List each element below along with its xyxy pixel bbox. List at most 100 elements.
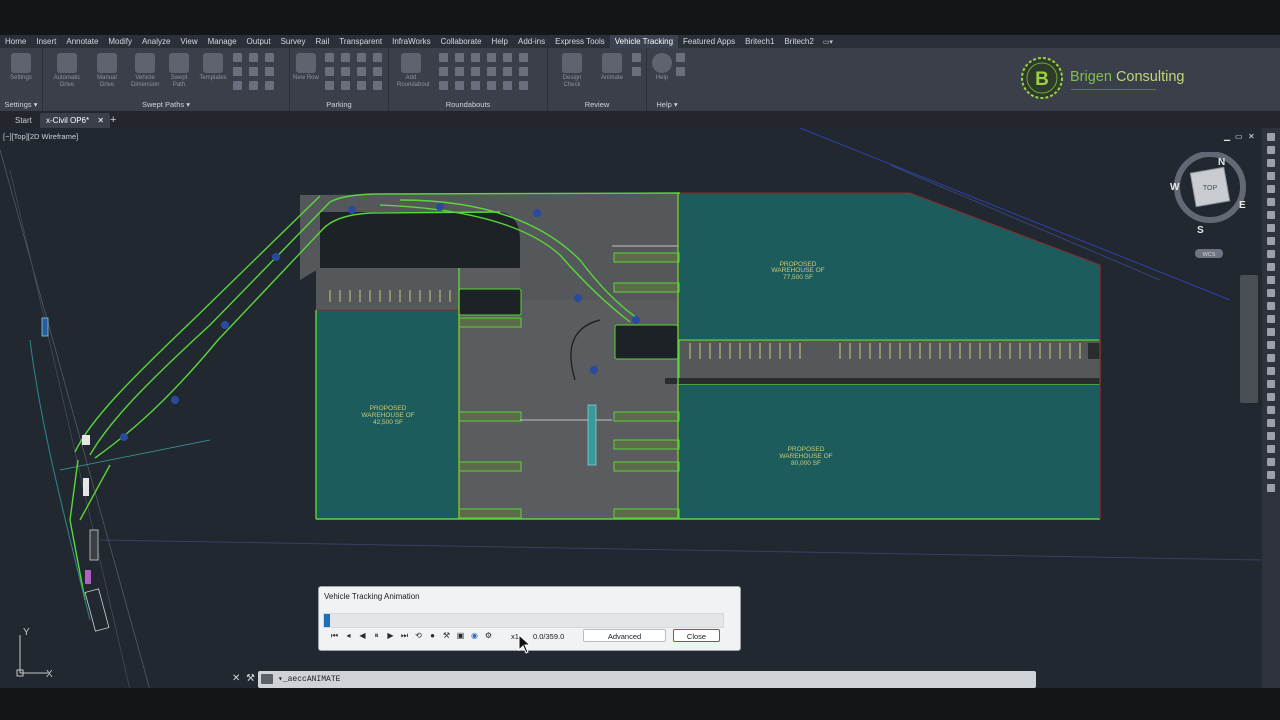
tab-output[interactable]: Output bbox=[242, 35, 276, 48]
swept-path-tools[interactable] bbox=[233, 53, 275, 90]
tab-insert[interactable]: Insert bbox=[31, 35, 61, 48]
step-back-icon[interactable]: ◂ bbox=[343, 630, 354, 642]
tab-home[interactable]: Home bbox=[0, 35, 31, 48]
ribbon-toggle-icon[interactable]: ▭▾ bbox=[823, 38, 833, 46]
help-icon bbox=[652, 53, 672, 73]
logo-brand: Brigen bbox=[1070, 69, 1112, 85]
viewcube[interactable]: TOP N W E S WCS bbox=[1165, 152, 1255, 262]
panel-settings: Settings Settings ▾ bbox=[0, 48, 43, 111]
swept-path-button[interactable]: Swept Path bbox=[165, 51, 193, 93]
panel-review: Design Check Animate Review bbox=[548, 48, 647, 111]
panel-title-review: Review bbox=[584, 100, 610, 109]
roundabout-tools[interactable] bbox=[439, 53, 529, 90]
tab-infraworks[interactable]: InfraWorks bbox=[387, 35, 436, 48]
svg-text:B: B bbox=[1035, 69, 1049, 90]
file-tab-label: x-Civil OP6* bbox=[46, 116, 90, 125]
command-prompt-icon bbox=[261, 674, 273, 684]
tab-britech1[interactable]: Britech1 bbox=[740, 35, 779, 48]
viewport-controls-label[interactable]: [−][Top][2D Wireframe] bbox=[3, 132, 78, 141]
tab-annotate[interactable]: Annotate bbox=[61, 35, 103, 48]
panel-title-help[interactable]: Help ▾ bbox=[647, 100, 687, 109]
3d-view-icon[interactable]: ◉ bbox=[469, 630, 480, 642]
file-tab-current[interactable]: x-Civil OP6* ✕ bbox=[40, 113, 111, 128]
svg-text:WAREHOUSE OF: WAREHOUSE OF bbox=[361, 412, 414, 419]
tab-britech2[interactable]: Britech2 bbox=[779, 35, 818, 48]
command-line[interactable]: ▾_aeccANIMATE bbox=[258, 671, 1036, 688]
timeline-thumb[interactable] bbox=[324, 614, 330, 627]
command-customize-icon[interactable]: ⚒ bbox=[246, 673, 255, 684]
tab-view[interactable]: View bbox=[175, 35, 202, 48]
parking-icon bbox=[296, 53, 316, 73]
help-button[interactable]: Help bbox=[648, 51, 676, 93]
record-icon[interactable]: ● bbox=[427, 630, 438, 642]
new-row-button[interactable]: New Row bbox=[292, 51, 320, 93]
navigation-bar-scroll[interactable] bbox=[1240, 275, 1258, 403]
animate-button[interactable]: Animate bbox=[598, 51, 626, 93]
command-input[interactable]: ▾_aeccANIMATE bbox=[278, 674, 340, 684]
animation-timeline-slider[interactable] bbox=[323, 613, 724, 628]
tab-rail[interactable]: Rail bbox=[310, 35, 334, 48]
camera-icon[interactable]: ▣ bbox=[455, 630, 466, 642]
logo-monogram-icon: B bbox=[1021, 57, 1063, 99]
tools-icon[interactable]: ⚙ bbox=[483, 630, 494, 642]
file-tab-start[interactable]: Start bbox=[15, 113, 32, 128]
close-button[interactable]: Close bbox=[673, 629, 720, 642]
steering-wheel-icon bbox=[97, 53, 117, 73]
parking-tools[interactable] bbox=[325, 53, 383, 90]
animation-icon bbox=[602, 53, 622, 73]
pause-icon[interactable]: ⏸ bbox=[371, 630, 382, 642]
design-check-button[interactable]: Design Check bbox=[558, 51, 586, 93]
svg-text:PROPOSED: PROPOSED bbox=[370, 405, 407, 412]
close-tab-icon[interactable]: ✕ bbox=[97, 116, 104, 125]
panel-title-settings[interactable]: Settings ▾ bbox=[0, 100, 42, 109]
svg-text:42,500 SF: 42,500 SF bbox=[373, 419, 403, 426]
new-tab-button[interactable]: + bbox=[110, 113, 116, 128]
advanced-button[interactable]: Advanced bbox=[583, 629, 666, 642]
svg-text:Y: Y bbox=[23, 627, 30, 638]
play-reverse-icon[interactable]: ◀ bbox=[357, 630, 368, 642]
brigen-consulting-logo: B Brigen Consulting bbox=[1019, 56, 1219, 102]
animation-time: 0.0/359.0 bbox=[533, 632, 565, 641]
tab-modify[interactable]: Modify bbox=[103, 35, 137, 48]
title-bar bbox=[0, 0, 1280, 35]
viewport-restore-button[interactable]: ▭ bbox=[1235, 132, 1243, 141]
skip-start-icon[interactable]: ⏮ bbox=[329, 630, 340, 642]
svg-text:WAREHOUSE OF: WAREHOUSE OF bbox=[771, 267, 824, 274]
manual-drive-button[interactable]: Manual Drive bbox=[93, 51, 121, 93]
settings-button[interactable]: Settings bbox=[7, 51, 35, 93]
panel-title-swept-paths[interactable]: Swept Paths ▾ bbox=[43, 100, 289, 109]
tab-analyze[interactable]: Analyze bbox=[137, 35, 175, 48]
fast-forward-icon[interactable]: ⏭ bbox=[399, 630, 410, 642]
loop-icon[interactable]: ⟲ bbox=[413, 630, 424, 642]
viewport-close-button[interactable]: ✕ bbox=[1248, 132, 1255, 141]
compass-east: E bbox=[1239, 200, 1246, 211]
viewport-minimize-button[interactable]: ▁ bbox=[1224, 132, 1230, 141]
tab-featured-apps[interactable]: Featured Apps bbox=[678, 35, 740, 48]
tab-transparent[interactable]: Transparent bbox=[334, 35, 387, 48]
svg-text:X: X bbox=[46, 669, 53, 680]
command-close-icon[interactable]: ✕ bbox=[232, 673, 240, 684]
play-icon[interactable]: ▶ bbox=[385, 630, 396, 642]
panel-parking: New Row Parking bbox=[290, 48, 389, 111]
settings-wrench-icon[interactable]: ⚒ bbox=[441, 630, 452, 642]
panel-help: Help Help ▾ bbox=[647, 48, 687, 111]
file-tab-bar: Start x-Civil OP6* ✕ + bbox=[0, 111, 1280, 128]
tab-vehicle-tracking[interactable]: Vehicle Tracking bbox=[609, 35, 679, 48]
vehicle-dimension-button[interactable]: Vehicle Dimension bbox=[131, 51, 159, 93]
tab-survey[interactable]: Survey bbox=[276, 35, 311, 48]
help-tools[interactable] bbox=[676, 53, 686, 76]
logo-underline bbox=[1071, 89, 1156, 90]
tab-add-ins[interactable]: Add-ins bbox=[513, 35, 550, 48]
automatic-drive-button[interactable]: Automatic Drive bbox=[53, 51, 81, 93]
tab-manage[interactable]: Manage bbox=[203, 35, 242, 48]
tab-express-tools[interactable]: Express Tools bbox=[550, 35, 610, 48]
logo-word: Consulting bbox=[1115, 69, 1185, 85]
review-tools[interactable] bbox=[632, 53, 642, 76]
mouse-pointer-icon bbox=[518, 634, 532, 654]
playback-controls: ⏮ ◂ ◀ ⏸ ▶ ⏭ ⟲ ● ⚒ ▣ ◉ ⚙ bbox=[329, 630, 494, 642]
right-tool-palette[interactable] bbox=[1262, 128, 1280, 688]
tab-collaborate[interactable]: Collaborate bbox=[436, 35, 487, 48]
tab-help[interactable]: Help bbox=[487, 35, 513, 48]
add-roundabout-button[interactable]: Add Roundabout bbox=[397, 51, 430, 93]
templates-button[interactable]: Templates bbox=[199, 51, 227, 93]
